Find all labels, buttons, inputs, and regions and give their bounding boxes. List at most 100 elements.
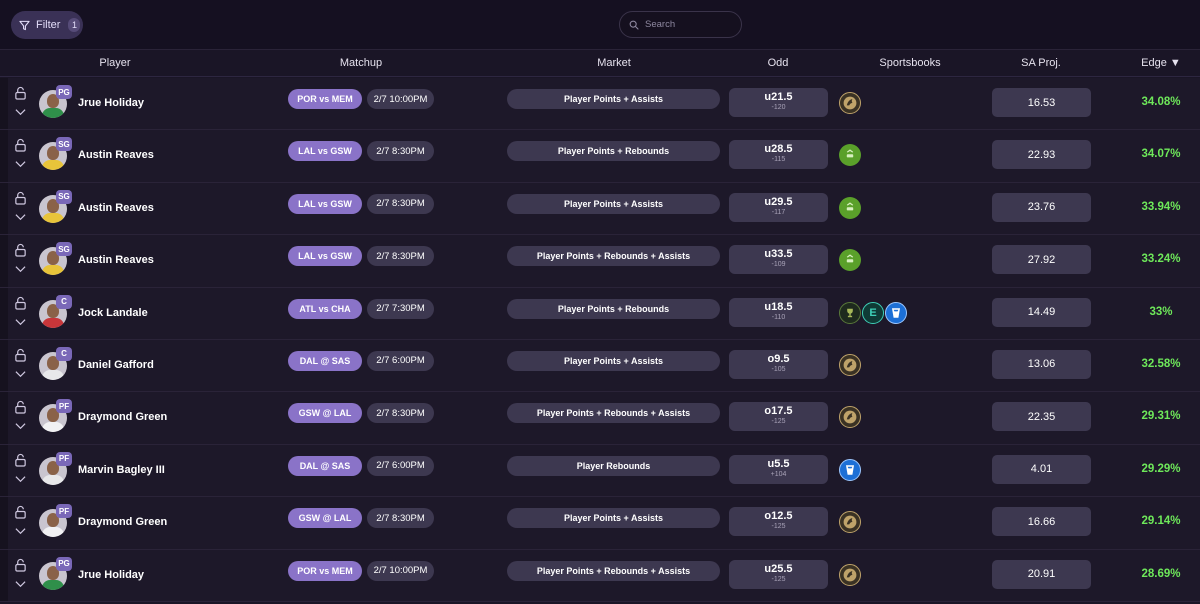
odd-box[interactable]: u5.5 +104 (729, 454, 828, 484)
player-name[interactable]: Draymond Green (78, 516, 167, 528)
market-pill[interactable]: Player Points + Assists (507, 350, 720, 371)
unlock-icon[interactable] (14, 191, 27, 205)
table-row[interactable]: PF Draymond Green GSW @ LAL 2/7 8:30PM P… (0, 497, 1200, 550)
table-row[interactable]: PG Jrue Holiday POR vs MEM 2/7 10:00PM P… (0, 78, 1200, 131)
table-row[interactable]: PF Draymond Green GSW @ LAL 2/7 8:30PM P… (0, 392, 1200, 445)
table-row[interactable]: SG Austin Reaves LAL vs GSW 2/7 8:30PM P… (0, 130, 1200, 183)
column-header-sa-proj[interactable]: SA Proj. (1021, 57, 1061, 69)
unlock-icon[interactable] (14, 296, 27, 310)
avatar-jersey (42, 108, 64, 118)
table-row[interactable]: SG Austin Reaves LAL vs GSW 2/7 8:30PM P… (0, 235, 1200, 288)
matchup-pill[interactable]: DAL @ SAS (288, 350, 362, 371)
column-header-odd[interactable]: Odd (768, 57, 789, 69)
odd-box[interactable]: u33.5 -109 (729, 245, 828, 275)
column-header-player[interactable]: Player (99, 57, 130, 69)
filter-count-badge: 1 (68, 18, 81, 32)
game-time-pill: 2/7 8:30PM (367, 403, 434, 424)
position-badge: SG (56, 137, 72, 152)
chevron-down-icon[interactable] (15, 160, 26, 168)
unlock-icon[interactable] (14, 243, 27, 257)
player-name[interactable]: Jrue Holiday (78, 97, 144, 109)
fanduel-icon (885, 301, 907, 324)
table-row[interactable]: SG Austin Reaves LAL vs GSW 2/7 8:30PM P… (0, 182, 1200, 236)
market-pill[interactable]: Player Points + Rebounds + Assists (507, 560, 720, 581)
odd-box[interactable]: u28.5 -115 (729, 140, 828, 170)
odd-box[interactable]: o12.5 -125 (729, 507, 828, 537)
odd-box[interactable]: u25.5 -125 (729, 559, 828, 589)
odd-box[interactable]: o17.5 -125 (729, 402, 828, 432)
column-header-matchup[interactable]: Matchup (340, 57, 382, 69)
market-pill[interactable]: Player Points + Assists (507, 89, 720, 109)
chevron-down-icon[interactable] (15, 475, 26, 483)
position-badge: SG (56, 242, 72, 257)
unlock-icon[interactable] (14, 558, 27, 572)
chevron-down-icon[interactable] (15, 213, 26, 221)
chevron-down-icon[interactable] (15, 318, 26, 326)
unlock-icon[interactable] (14, 138, 27, 153)
player-name[interactable]: Austin Reaves (78, 202, 154, 214)
chevron-down-icon[interactable] (15, 527, 26, 535)
search-box[interactable] (619, 11, 742, 38)
edge-value: 34.07% (1141, 148, 1181, 161)
matchup-pill[interactable]: LAL vs GSW (288, 246, 362, 267)
unlock-icon[interactable] (14, 400, 27, 414)
row-stripe (0, 78, 8, 130)
matchup-pill[interactable]: POR vs MEM (288, 560, 362, 581)
player-name[interactable]: Jock Landale (78, 307, 148, 319)
column-header-market[interactable]: Market (597, 57, 631, 69)
game-time-pill: 2/7 10:00PM (367, 89, 434, 109)
matchup-pill[interactable]: LAL vs GSW (288, 141, 362, 162)
market-pill[interactable]: Player Points + Rebounds (507, 298, 720, 319)
player-name[interactable]: Austin Reaves (78, 254, 154, 266)
market-pill[interactable]: Player Points + Assists (507, 508, 720, 529)
chevron-down-icon[interactable] (15, 108, 26, 116)
table-row[interactable]: C Daniel Gafford DAL @ SAS 2/7 6:00PM Pl… (0, 339, 1200, 393)
sportsbooks-list (839, 92, 861, 114)
game-time-pill: 2/7 8:30PM (367, 141, 434, 162)
odd-box[interactable]: o9.5 -105 (729, 349, 828, 379)
unlock-icon[interactable] (14, 453, 27, 467)
chevron-down-icon[interactable] (15, 422, 26, 430)
chevron-down-icon[interactable] (15, 580, 26, 588)
matchup-pill[interactable]: LAL vs GSW (288, 193, 362, 214)
column-header-edge[interactable]: Edge ▼ (1141, 57, 1181, 69)
avatar-jersey (42, 527, 64, 538)
matchup-pill[interactable]: GSW @ LAL (288, 403, 362, 424)
market-pill[interactable]: Player Rebounds (507, 455, 720, 476)
table-row[interactable]: C Jock Landale ATL vs CHA 2/7 7:30PM Pla… (0, 287, 1200, 340)
chevron-down-icon[interactable] (15, 265, 26, 273)
unlock-icon[interactable] (14, 86, 27, 100)
odd-price: -125 (771, 575, 786, 583)
odd-box[interactable]: u18.5 -110 (729, 297, 828, 327)
player-name[interactable]: Draymond Green (78, 411, 167, 423)
row-stripe (0, 339, 8, 392)
chevron-down-icon[interactable] (15, 370, 26, 378)
table-row[interactable]: PG Jrue Holiday POR vs MEM 2/7 10:00PM P… (0, 549, 1200, 602)
unlock-icon[interactable] (14, 348, 27, 362)
market-pill[interactable]: Player Points + Rebounds + Assists (507, 403, 720, 424)
column-header-sportsbooks[interactable]: Sportsbooks (879, 57, 940, 69)
sportsbooks-list (839, 458, 861, 481)
sportsbooks-list (839, 144, 861, 167)
player-name[interactable]: Daniel Gafford (78, 359, 154, 371)
edge-value: 32.58% (1141, 357, 1181, 370)
player-name[interactable]: Marvin Bagley III (78, 464, 165, 476)
player-name[interactable]: Jrue Holiday (78, 569, 144, 581)
odd-box[interactable]: u21.5 -120 (729, 88, 828, 117)
market-pill[interactable]: Player Points + Assists (507, 193, 720, 214)
table-row[interactable]: PF Marvin Bagley III DAL @ SAS 2/7 6:00P… (0, 444, 1200, 498)
matchup-pill[interactable]: GSW @ LAL (288, 508, 362, 529)
player-name[interactable]: Austin Reaves (78, 149, 154, 161)
market-pill[interactable]: Player Points + Rebounds + Assists (507, 246, 720, 267)
market-pill[interactable]: Player Points + Rebounds (507, 141, 720, 162)
search-input[interactable] (645, 19, 735, 30)
matchup-pill[interactable]: POR vs MEM (288, 89, 362, 109)
matchup-pill[interactable]: DAL @ SAS (288, 455, 362, 476)
matchup-pill[interactable]: ATL vs CHA (288, 298, 362, 319)
unlock-icon[interactable] (14, 505, 27, 519)
game-time-pill: 2/7 8:30PM (367, 246, 434, 267)
odd-box[interactable]: u29.5 -117 (729, 192, 828, 222)
odd-line: u21.5 (764, 91, 793, 103)
odd-price: -109 (771, 261, 786, 269)
filter-button[interactable]: Filter 1 (11, 11, 83, 39)
